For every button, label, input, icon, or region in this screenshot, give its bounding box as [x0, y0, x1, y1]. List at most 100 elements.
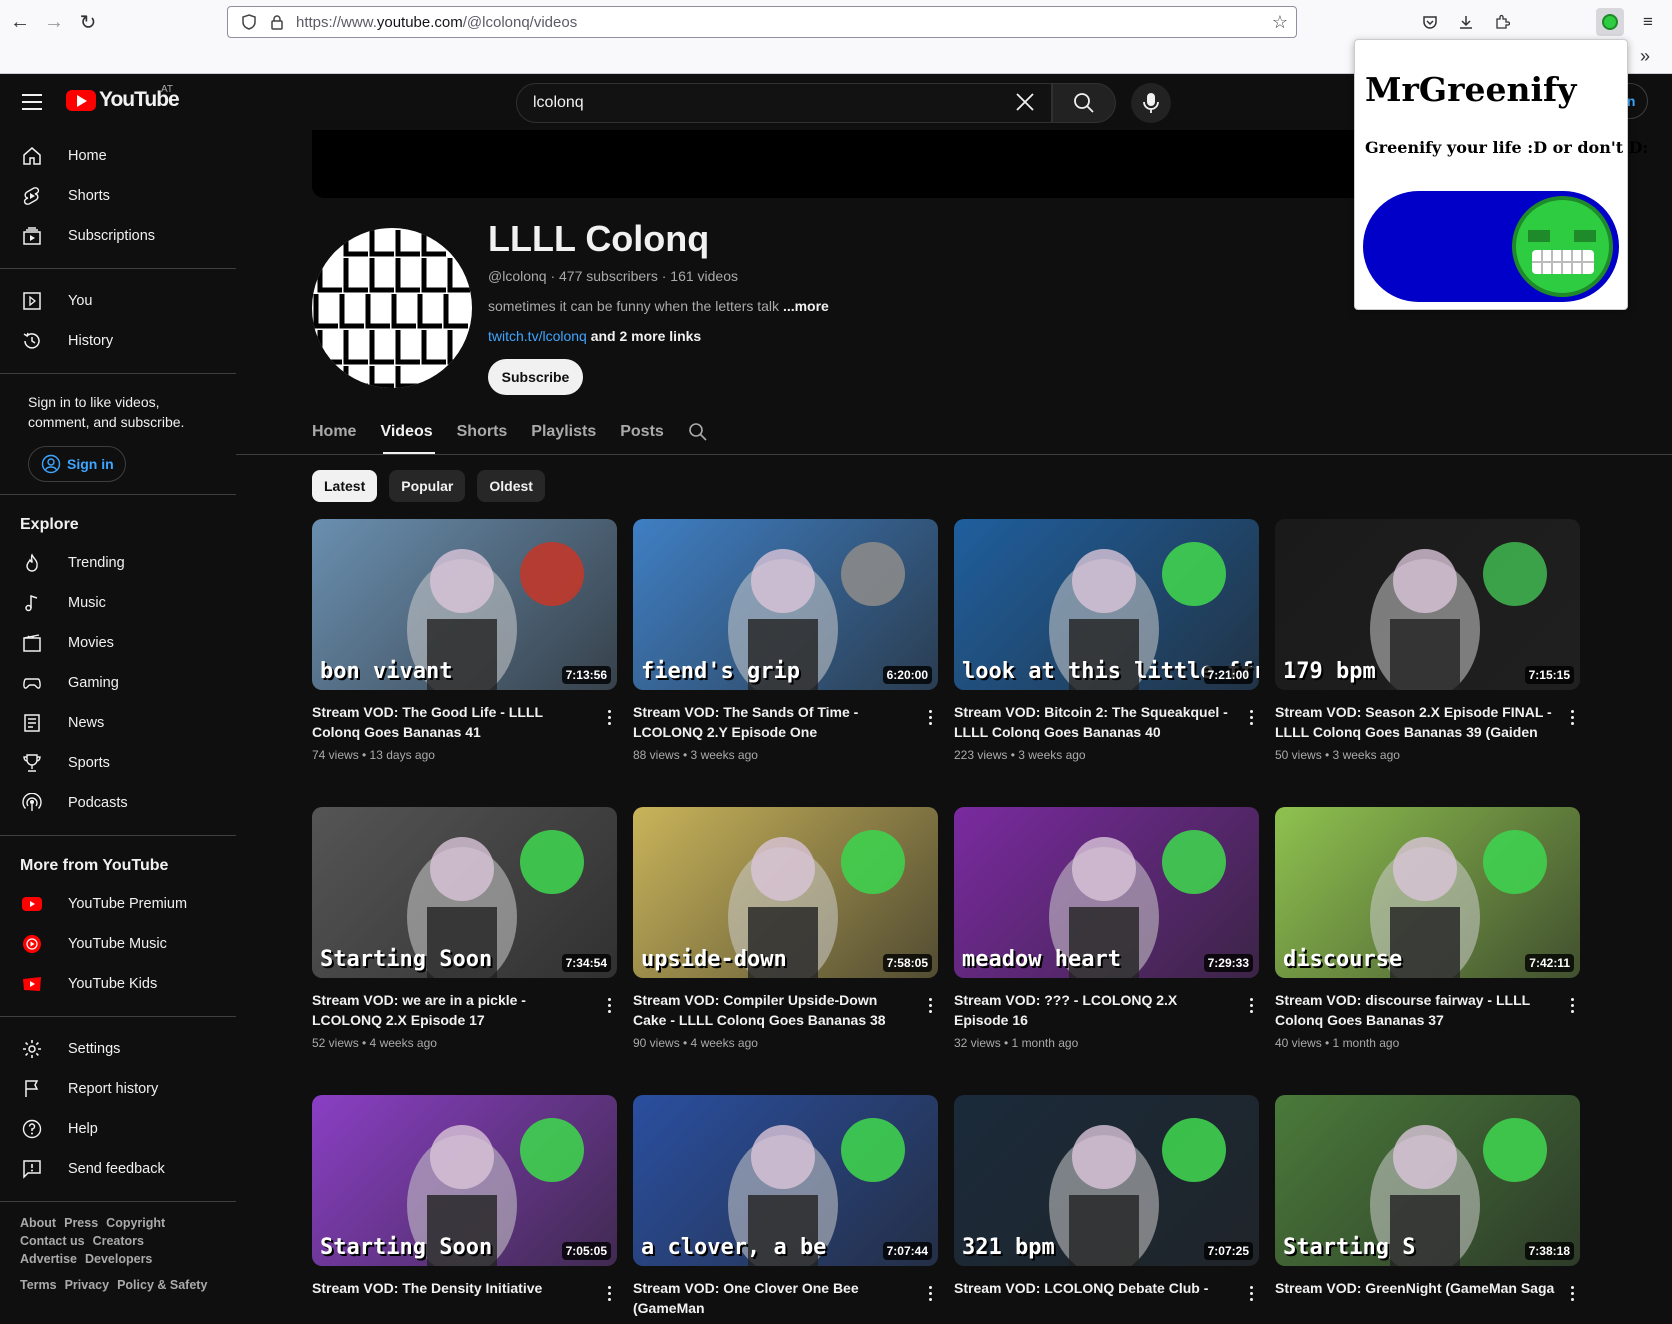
pocket-icon[interactable] [1416, 8, 1444, 36]
mrgreenify-extension-icon[interactable] [1596, 8, 1624, 36]
video-title[interactable]: Stream VOD: ??? - LCOLONQ 2.X Episode 16 [954, 990, 1234, 1030]
sidebar-item-report-history[interactable]: Report history [0, 1069, 236, 1109]
video-title[interactable]: Stream VOD: we are in a pickle - LCOLONQ… [312, 990, 592, 1030]
sidebar-item-sports[interactable]: Sports [0, 743, 236, 783]
chip-latest[interactable]: Latest [312, 470, 378, 502]
more-actions-icon[interactable] [601, 993, 617, 1017]
video-card[interactable]: Starting Soon 7:34:54 Stream VOD: we are i… [312, 807, 617, 1050]
sidebar-item-podcasts[interactable]: Podcasts [0, 783, 236, 823]
description-more-link[interactable]: ...more [783, 298, 829, 314]
video-thumbnail[interactable]: look at this little ffreak7:21:00 [954, 519, 1259, 690]
guide-menu-icon[interactable] [20, 90, 44, 114]
overflow-chevron-icon[interactable]: » [1640, 46, 1650, 67]
video-thumbnail[interactable]: discourse 7:42:11 [1275, 807, 1580, 978]
reload-icon[interactable]: ↻ [74, 8, 102, 36]
sidebar-item-music[interactable]: Music [0, 583, 236, 623]
more-actions-icon[interactable] [922, 1281, 938, 1305]
sidebar-item-trending[interactable]: Trending [0, 543, 236, 583]
voice-search-button[interactable] [1131, 83, 1171, 123]
sidebar-item-settings[interactable]: Settings [0, 1029, 236, 1069]
tab-playlists[interactable]: Playlists [531, 412, 596, 452]
more-actions-icon[interactable] [922, 705, 938, 729]
sidebar-item-history[interactable]: History [0, 321, 236, 361]
video-card[interactable]: a clover, a be 7:07:44 Stream VOD: One Clo… [633, 1095, 938, 1324]
video-title[interactable]: Stream VOD: The Sands Of Time - LCOLONQ … [633, 702, 913, 742]
video-card[interactable]: look at this little ffreak7:21:00 Stream … [954, 519, 1259, 762]
video-card[interactable]: 321 bpm 7:07:25 Stream VOD: LCOLONQ Debate… [954, 1095, 1259, 1304]
footer-link[interactable]: About [20, 1216, 56, 1230]
video-title[interactable]: Stream VOD: Season 2.X Episode FINAL - L… [1275, 702, 1555, 742]
footer-link[interactable]: Developers [85, 1252, 152, 1266]
video-title[interactable]: Stream VOD: Compiler Upside-Down Cake - … [633, 990, 913, 1030]
footer-link[interactable]: Advertise [20, 1252, 77, 1266]
download-icon[interactable] [1452, 8, 1480, 36]
chip-popular[interactable]: Popular [389, 470, 466, 502]
more-actions-icon[interactable] [1243, 993, 1259, 1017]
more-actions-icon[interactable] [1243, 1281, 1259, 1305]
video-title[interactable]: Stream VOD: GreenNight (GameMan Saga [1275, 1278, 1555, 1298]
video-title[interactable]: Stream VOD: One Clover One Bee (GameMan [633, 1278, 913, 1318]
video-title[interactable]: Stream VOD: The Good Life - LLLL Colonq … [312, 702, 592, 742]
lock-icon[interactable] [268, 13, 286, 31]
more-actions-icon[interactable] [1243, 705, 1259, 729]
subscribe-button[interactable]: Subscribe [488, 359, 583, 395]
sidebar-item-send-feedback[interactable]: Send feedback [0, 1149, 236, 1189]
url-bar[interactable]: https://www.youtube.com/@lcolonq/videos … [227, 6, 1297, 38]
tab-home[interactable]: Home [312, 412, 356, 452]
video-card[interactable]: upside-down 7:58:05 Stream VOD: Compiler U… [633, 807, 938, 1050]
sidebar-item-shorts[interactable]: Shorts [0, 176, 236, 216]
tab-videos[interactable]: Videos [380, 412, 432, 452]
video-card[interactable]: fiend's grip 6:20:00 Stream VOD: The Sands… [633, 519, 938, 762]
footer-link[interactable]: Contact us [20, 1234, 85, 1248]
channel-search-icon[interactable] [688, 412, 708, 452]
sidebar-item-subscriptions[interactable]: Subscriptions [0, 216, 236, 256]
search-input[interactable]: lcolonq [516, 83, 1052, 123]
video-card[interactable]: 179 bpm 7:15:15 Stream VOD: Season 2.X Epi… [1275, 519, 1580, 762]
more-actions-icon[interactable] [1564, 1281, 1580, 1305]
video-card[interactable]: Starting S 7:38:18 Stream VOD: GreenNight … [1275, 1095, 1580, 1304]
sidebar-signin-button[interactable]: Sign in [28, 446, 126, 482]
video-thumbnail[interactable]: bon vivant 7:13:56 [312, 519, 617, 690]
video-title[interactable]: Stream VOD: Bitcoin 2: The Squeakquel - … [954, 702, 1234, 742]
more-actions-icon[interactable] [1564, 705, 1580, 729]
forward-icon[interactable]: → [40, 8, 68, 36]
more-actions-icon[interactable] [601, 705, 617, 729]
footer-link[interactable]: Creators [93, 1234, 144, 1248]
sidebar-item-movies[interactable]: Movies [0, 623, 236, 663]
video-card[interactable]: bon vivant 7:13:56 Stream VOD: The Good Li… [312, 519, 617, 762]
video-thumbnail[interactable]: Starting Soon 7:34:54 [312, 807, 617, 978]
extensions-icon[interactable] [1488, 8, 1516, 36]
more-links-button[interactable]: and 2 more links [587, 328, 702, 344]
tab-shorts[interactable]: Shorts [457, 412, 508, 452]
chip-oldest[interactable]: Oldest [477, 470, 545, 502]
more-actions-icon[interactable] [601, 1281, 617, 1305]
video-title[interactable]: Stream VOD: LCOLONQ Debate Club - [954, 1278, 1234, 1298]
hamburger-menu-icon[interactable]: ≡ [1634, 8, 1662, 36]
video-thumbnail[interactable]: a clover, a be 7:07:44 [633, 1095, 938, 1266]
twitch-link[interactable]: twitch.tv/lcolonq [488, 328, 587, 344]
sidebar-item-you[interactable]: You [0, 281, 236, 321]
sidebar-item-news[interactable]: News [0, 703, 236, 743]
channel-description[interactable]: sometimes it can be funny when the lette… [488, 298, 829, 314]
video-card[interactable]: discourse 7:42:11 Stream VOD: discourse fa… [1275, 807, 1580, 1050]
footer-link[interactable]: Privacy [65, 1278, 109, 1292]
clear-search-icon[interactable] [1015, 88, 1035, 119]
footer-link[interactable]: Press [64, 1216, 98, 1230]
sidebar-item-gaming[interactable]: Gaming [0, 663, 236, 703]
video-thumbnail[interactable]: 179 bpm 7:15:15 [1275, 519, 1580, 690]
sidebar-item-youtube-kids[interactable]: YouTube Kids [0, 964, 236, 1004]
bookmark-star-icon[interactable]: ☆ [1272, 12, 1288, 33]
more-actions-icon[interactable] [922, 993, 938, 1017]
greenify-toggle[interactable] [1363, 191, 1619, 302]
video-thumbnail[interactable]: fiend's grip 6:20:00 [633, 519, 938, 690]
shield-icon[interactable] [240, 13, 258, 31]
footer-link[interactable]: Policy & Safety [117, 1278, 207, 1292]
more-actions-icon[interactable] [1564, 993, 1580, 1017]
sidebar-item-youtube-premium[interactable]: YouTube Premium [0, 884, 236, 924]
video-title[interactable]: Stream VOD: The Density Initiative [312, 1278, 592, 1298]
video-thumbnail[interactable]: 321 bpm 7:07:25 [954, 1095, 1259, 1266]
footer-link[interactable]: Terms [20, 1278, 57, 1292]
sidebar-item-help[interactable]: Help [0, 1109, 236, 1149]
video-title[interactable]: Stream VOD: discourse fairway - LLLL Col… [1275, 990, 1555, 1030]
search-button[interactable] [1052, 83, 1116, 123]
